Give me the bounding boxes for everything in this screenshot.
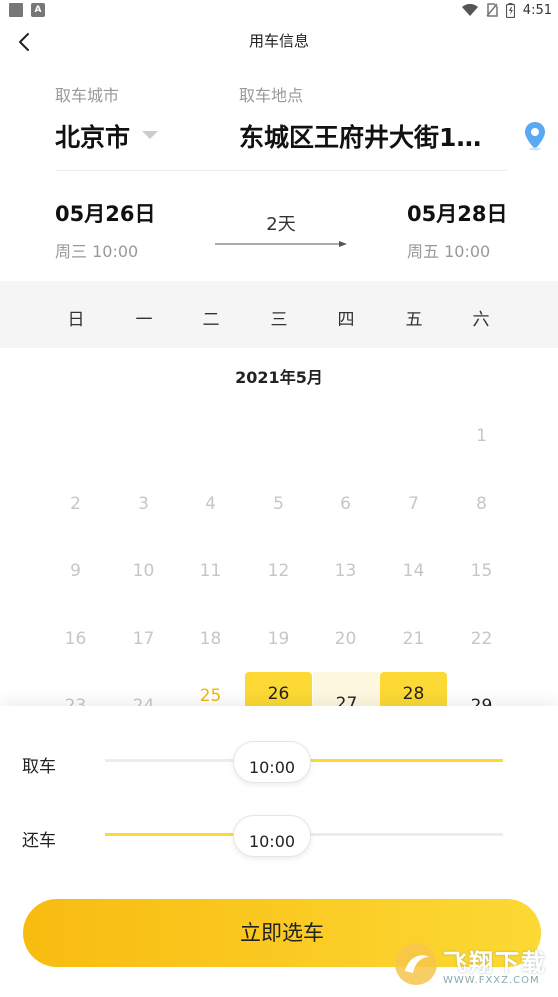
weekday-header: 日 一 二 三 四 五 六 [0, 281, 558, 348]
pickup-time-handle[interactable]: 10:00 [233, 741, 311, 783]
calendar-day[interactable]: 21 [380, 619, 447, 659]
weekday-mon: 一 [135, 310, 153, 330]
calendar-day[interactable]: 4 [177, 484, 244, 524]
calendar-day[interactable]: 3 [110, 484, 177, 524]
calendar-day[interactable]: 20 [312, 619, 379, 659]
status-bar: A 4:51 [0, 0, 558, 20]
app-notification-icon: A [31, 3, 45, 17]
calendar-day[interactable]: 18 [177, 619, 244, 659]
watermark: 飞翔下载 WWW.FXXZ.COM [391, 937, 553, 995]
battery-icon [505, 2, 515, 18]
weekday-tue: 二 [202, 310, 220, 330]
end-date-sub: 周五 10:00 [407, 242, 491, 261]
calendar-day[interactable]: 7 [380, 484, 447, 524]
calendar-day[interactable]: 12 [245, 551, 312, 591]
return-time-handle[interactable]: 10:00 [233, 815, 311, 857]
location-pin-icon[interactable] [523, 121, 547, 151]
pickup-location-field[interactable]: 东城区王府井大街1… [239, 118, 499, 154]
calendar-day[interactable]: 17 [110, 619, 177, 659]
calendar-day[interactable]: 1 [448, 416, 515, 456]
start-date: 05月26日 [55, 202, 156, 226]
calendar-day[interactable]: 13 [312, 551, 379, 591]
weekday-fri: 五 [405, 310, 423, 330]
start-date-sub: 周三 10:00 [55, 242, 139, 261]
nav-bar: 用车信息 [0, 20, 558, 64]
weekday-sun: 日 [67, 310, 85, 330]
status-time: 4:51 [522, 2, 552, 18]
weekday-thu: 四 [337, 310, 355, 330]
caret-down-icon [142, 131, 158, 139]
pickup-location-label: 取车地点 [239, 86, 304, 105]
calendar-day[interactable]: 5 [245, 484, 312, 524]
month-title: 2021年5月 [235, 368, 323, 387]
end-date: 05月28日 [407, 202, 508, 226]
no-sim-icon [486, 3, 498, 17]
divider [55, 170, 507, 171]
calendar-day[interactable]: 9 [42, 551, 109, 591]
weekday-sat: 六 [472, 310, 490, 330]
calendar-day[interactable]: 11 [177, 551, 244, 591]
calendar-day[interactable]: 19 [245, 619, 312, 659]
calendar-day[interactable]: 10 [110, 551, 177, 591]
return-time-label: 还车 [22, 831, 56, 851]
watermark-url: WWW.FXXZ.COM [443, 975, 540, 986]
calendar-day[interactable]: 15 [448, 551, 515, 591]
rental-duration: 2天 [266, 214, 296, 235]
calendar-day[interactable]: 8 [448, 484, 515, 524]
calendar-day[interactable]: 14 [380, 551, 447, 591]
page-title: 用车信息 [248, 32, 309, 50]
watermark-logo-icon [395, 943, 437, 985]
calendar-day[interactable]: 6 [312, 484, 379, 524]
calendar-day[interactable]: 2 [42, 484, 109, 524]
arrow-right-icon [215, 241, 347, 247]
notification-icon [9, 3, 23, 17]
weekday-wed: 三 [270, 310, 288, 330]
calendar-day[interactable]: 16 [42, 619, 109, 659]
pickup-city-label: 取车城市 [55, 86, 120, 105]
watermark-text: 飞翔下载 [443, 949, 547, 977]
calendar-day[interactable]: 22 [448, 619, 515, 659]
pickup-time-label: 取车 [22, 757, 56, 777]
wifi-icon [461, 4, 478, 16]
pickup-city-selector[interactable]: 北京市 [55, 118, 130, 154]
